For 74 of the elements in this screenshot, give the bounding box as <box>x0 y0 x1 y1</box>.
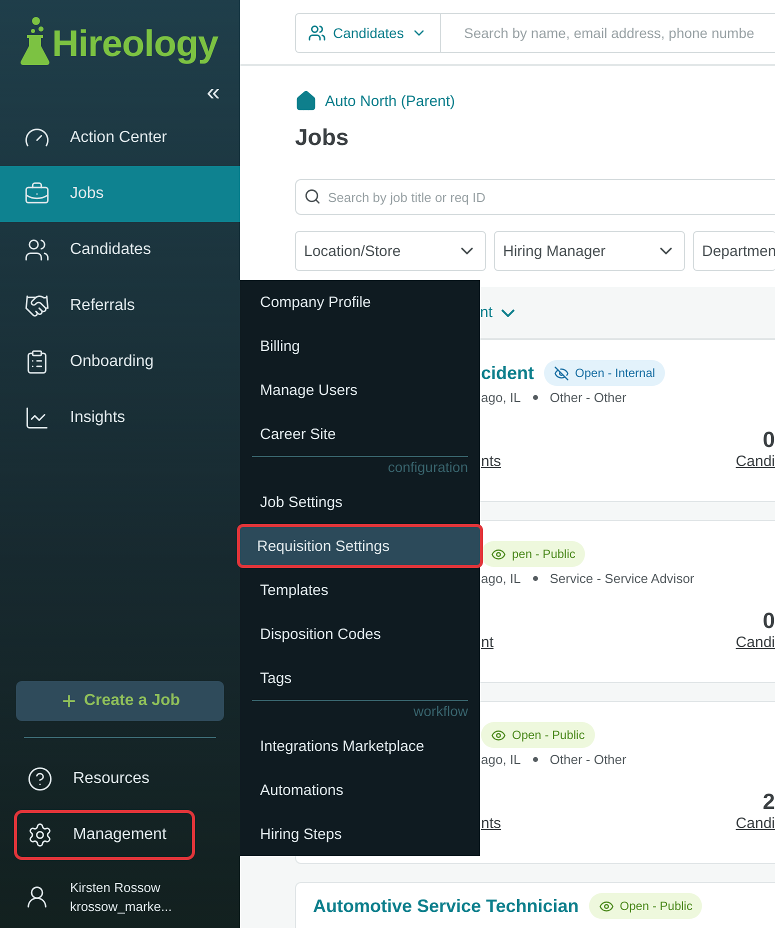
section-heading: workflow <box>414 703 468 721</box>
job-location: ago, IL <box>481 390 521 405</box>
filter-dropdown[interactable]: Hiring Manager <box>494 231 685 271</box>
job-title[interactable]: Automotive Service Technician <box>313 896 579 916</box>
chart-icon <box>24 405 50 431</box>
chevron-down-icon <box>500 308 515 316</box>
eye-icon <box>491 728 506 742</box>
menu-item[interactable]: Integrations Marketplace <box>240 724 480 768</box>
home-icon <box>295 90 317 112</box>
candidate-count: 2 <box>762 789 775 815</box>
menu-item[interactable]: Templates <box>240 568 480 612</box>
scope-dropdown[interactable]: Candidates <box>295 13 440 53</box>
stat-link[interactable]: nts <box>481 453 502 470</box>
collapse-button[interactable]: « <box>206 76 220 110</box>
stat-link[interactable]: nt <box>481 634 494 651</box>
job-location: ago, IL <box>481 752 521 767</box>
nav-item[interactable]: Referrals <box>0 278 240 334</box>
menu-item[interactable]: Career Site <box>240 412 480 456</box>
candidate-count: 0 <box>762 608 775 634</box>
people-icon <box>308 24 326 42</box>
nav-item[interactable]: Onboarding <box>0 334 240 390</box>
status-badge: Open - Internal <box>544 360 666 386</box>
menu-item[interactable]: Company Profile <box>240 280 480 324</box>
eye-icon <box>491 546 506 562</box>
eye-icon <box>598 898 614 914</box>
candidate-count: 0 <box>762 427 775 453</box>
nav-item[interactable]: Action Center <box>0 110 240 166</box>
nav-item[interactable]: Management <box>14 810 195 860</box>
menu-item[interactable]: Billing <box>240 324 480 368</box>
status-badge: Open - Public <box>588 893 702 919</box>
menu-item[interactable]: Tags <box>240 656 480 700</box>
sort-dropdown[interactable]: nt <box>480 304 515 321</box>
candidates-link[interactable]: Candi <box>736 453 775 470</box>
eye-off-icon <box>554 366 570 380</box>
nav-item[interactable]: Insights <box>0 390 240 446</box>
page-title: Jobs <box>295 124 350 151</box>
job-location: ago, IL <box>481 571 521 586</box>
job-title[interactable]: cident <box>481 362 534 384</box>
menu-item[interactable]: Automations <box>240 768 480 812</box>
status-badge: pen - Public <box>481 541 586 567</box>
separator-dot <box>532 757 538 762</box>
menu-item[interactable]: Disposition Codes <box>240 612 480 656</box>
people-icon <box>24 237 50 263</box>
separator-dot <box>532 576 538 581</box>
user-name: Kirsten Rossow <box>70 880 162 895</box>
menu-item[interactable]: Job Settings <box>240 480 480 524</box>
menu-item[interactable]: Manage Users <box>240 368 480 412</box>
nav-item[interactable]: Resources <box>14 754 195 804</box>
candidates-link[interactable]: Candi <box>736 634 775 651</box>
job-department: Other - Other <box>550 752 626 767</box>
job-search-field[interactable]: Search by job title or req ID <box>295 179 775 215</box>
breadcrumb-link[interactable]: Auto North (Parent) <box>295 90 775 112</box>
nav-item[interactable]: Jobs <box>0 166 240 222</box>
search-field[interactable]: Search by name, email address, phone numbe <box>440 13 775 53</box>
search-icon <box>304 188 321 205</box>
settings-icon <box>27 822 53 848</box>
logo-text: Hireology <box>52 22 218 66</box>
separator-dot <box>532 395 538 400</box>
filter-dropdown[interactable]: Location/Store <box>295 231 486 271</box>
help-icon <box>27 766 53 792</box>
filter-dropdown[interactable]: Departmen <box>693 231 775 271</box>
candidates-link[interactable]: Candi <box>736 815 775 832</box>
flask-icon <box>20 16 50 66</box>
menu-item[interactable]: Hiring Steps <box>240 812 480 856</box>
stat-link[interactable]: nts <box>481 815 502 832</box>
status-badge: Open - Public <box>481 722 595 748</box>
create-job-button[interactable]: Create a Job <box>16 681 224 721</box>
section-heading: configuration <box>388 459 468 477</box>
job-department: Service - Service Advisor <box>550 571 694 586</box>
job-department: Other - Other <box>550 390 626 405</box>
user-account: krossow_marke... <box>70 899 172 914</box>
handshake-icon <box>24 293 50 319</box>
nav-item[interactable]: Candidates <box>0 222 240 278</box>
menu-item[interactable]: Requisition Settings <box>237 524 483 568</box>
